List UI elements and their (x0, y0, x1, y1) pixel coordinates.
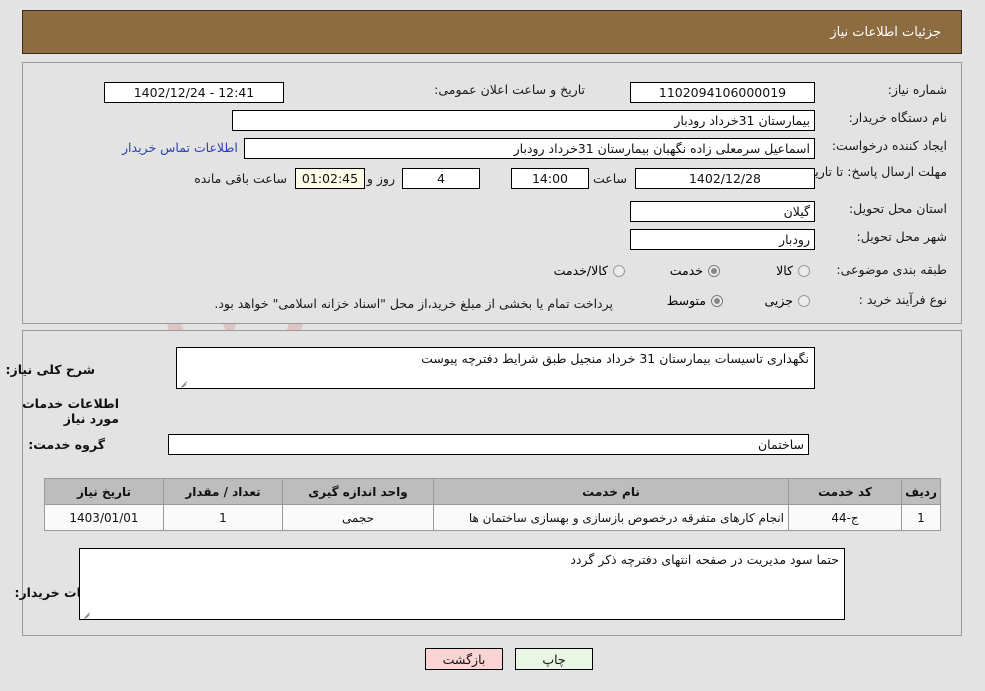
row-deadline: مهلت ارسال پاسخ: تا تاریخ: (803, 164, 947, 179)
category-label: طبقه بندی موضوعی: (836, 262, 947, 277)
row-category: طبقه بندی موضوعی: (827, 262, 947, 277)
resize-grip-icon[interactable] (179, 377, 189, 387)
radio-icon-goods-service[interactable] (613, 264, 625, 277)
category-option-service[interactable]: خدمت (670, 263, 720, 278)
buyer-org-value: بیمارستان 31خرداد رودبار (232, 110, 815, 131)
creator-label: ایجاد کننده درخواست: (831, 138, 947, 153)
row-process: نوع فرآیند خرید : (827, 292, 947, 307)
process-label: نوع فرآیند خرید : (858, 292, 947, 307)
buyer-notes-value: حتما سود مدیریت در صفحه انتهای دفترچه ذک… (570, 552, 839, 567)
deadline-date-value: 1402/12/28 (635, 168, 815, 189)
remaining-label: ساعت باقی مانده (194, 171, 287, 186)
cell-quantity: 1 (163, 504, 283, 531)
row-need-number: شماره نیاز: (827, 82, 947, 97)
process-option-medium[interactable]: متوسط (667, 293, 723, 308)
category-option-service-label: خدمت (669, 263, 703, 278)
service-group-label: گروه خدمت: (28, 437, 105, 452)
buyer-contact-link[interactable]: اطلاعات تماس خریدار (122, 140, 238, 155)
cell-name: انجام کارهای متفرقه درخصوص بازسازی و بهس… (433, 504, 789, 531)
city-value: رودبار (630, 229, 815, 250)
province-value: گیلان (630, 201, 815, 222)
column-header-unit: واحد اندازه گیری (282, 478, 434, 505)
summary-label: شرح کلی نیاز: (5, 362, 95, 377)
hour-label: ساعت (592, 171, 627, 186)
summary-textarea[interactable]: نگهداری تاسیسات بیمارستان 31 خرداد منجیل… (176, 347, 815, 389)
column-header-code: کد خدمت (788, 478, 902, 505)
row-announce: تاریخ و ساعت اعلان عمومی: (434, 82, 585, 97)
table-row: 1 ج-44 انجام کارهای متفرقه درخصوص بازساز… (44, 504, 941, 531)
row-city: شهر محل تحویل: (827, 229, 947, 244)
category-option-goods[interactable]: کالا (776, 263, 810, 278)
radio-icon-minor[interactable] (798, 294, 810, 307)
row-buyer-org: نام دستگاه خریدار: (827, 110, 947, 125)
buyer-notes-textarea[interactable]: حتما سود مدیریت در صفحه انتهای دفترچه ذک… (79, 548, 845, 620)
row-province: استان محل تحویل: (827, 201, 947, 216)
buyer-org-label: نام دستگاه خریدار: (848, 110, 947, 125)
radio-icon-service[interactable] (708, 264, 720, 277)
column-header-quantity: تعداد / مقدار (163, 478, 283, 505)
print-button-label: چاپ (542, 651, 566, 667)
page-title-bar: جزئیات اطلاعات نیاز (22, 10, 962, 54)
category-option-goods-service[interactable]: کالا/خدمت (554, 263, 625, 278)
radio-icon-medium[interactable] (711, 294, 723, 307)
cell-index: 1 (901, 504, 941, 531)
city-label: شهر محل تحویل: (856, 229, 947, 244)
announce-value: 12:41 - 1402/12/24 (104, 82, 284, 103)
need-number-label: شماره نیاز: (887, 82, 947, 97)
process-option-medium-label: متوسط (666, 293, 706, 308)
province-label: استان محل تحویل: (848, 201, 947, 216)
cell-unit: حجمی (282, 504, 434, 531)
category-option-goods-label: کالا (776, 263, 793, 278)
column-header-index: ردیف (901, 478, 941, 505)
service-group-value: ساختمان (168, 434, 809, 455)
radio-icon-goods[interactable] (798, 264, 810, 277)
deadline-time-value: 14:00 (511, 168, 589, 189)
print-button[interactable]: چاپ (515, 648, 593, 670)
creator-value: اسماعیل سرمعلی زاده نگهبان بیمارستان 31خ… (244, 138, 815, 159)
remaining-days-value: 4 (402, 168, 480, 189)
process-option-minor-label: جزیی (764, 293, 793, 308)
services-section-title: اطلاعات خدمات مورد نیاز (22, 396, 119, 426)
process-option-minor[interactable]: جزیی (764, 293, 810, 308)
summary-value: نگهداری تاسیسات بیمارستان 31 خرداد منجیل… (421, 351, 809, 366)
cell-date: 1403/01/01 (44, 504, 164, 531)
need-number-value: 1102094106000019 (630, 82, 815, 103)
back-button-label: بازگشت (442, 651, 486, 667)
payment-note: پرداخت تمام یا بخشی از مبلغ خرید،از محل … (214, 296, 613, 311)
cell-code: ج-44 (788, 504, 902, 531)
back-button[interactable]: بازگشت (425, 648, 503, 670)
table-header-row: ردیف کد خدمت نام خدمت واحد اندازه گیری ت… (44, 478, 941, 505)
resize-grip-icon-notes[interactable] (82, 608, 92, 618)
row-creator: ایجاد کننده درخواست: (827, 138, 947, 153)
announce-label: تاریخ و ساعت اعلان عمومی: (434, 82, 585, 97)
services-table: ردیف کد خدمت نام خدمت واحد اندازه گیری ت… (44, 478, 941, 531)
column-header-date: تاریخ نیاز (44, 478, 164, 505)
column-header-name: نام خدمت (433, 478, 789, 505)
deadline-label: مهلت ارسال پاسخ: تا تاریخ: (802, 164, 947, 179)
days-label: روز و (366, 171, 395, 186)
countdown-value: 01:02:45 (295, 168, 365, 189)
page-title: جزئیات اطلاعات نیاز (830, 24, 941, 40)
category-option-goods-service-label: کالا/خدمت (553, 263, 608, 278)
